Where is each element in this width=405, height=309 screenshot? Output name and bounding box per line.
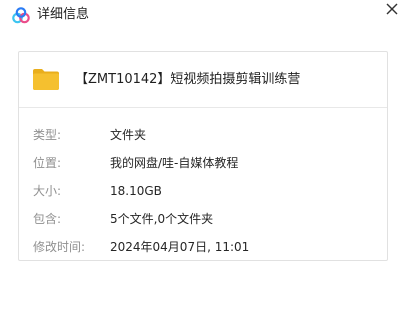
folder-icon [32, 67, 60, 91]
file-details-dialog: 详细信息 【ZMT10142】短视频拍摄剪辑训练营 类型: 文件夹 位置: 我的… [0, 0, 405, 309]
dialog-title: 详细信息 [37, 7, 90, 22]
detail-row-contains: 包含: 5个文件,0个文件夹 [19, 207, 387, 235]
detail-row-modified: 修改时间: 2024年04月07日, 11:01 [19, 235, 387, 263]
file-header: 【ZMT10142】短视频拍摄剪辑训练营 [19, 52, 387, 108]
detail-label: 包含: [33, 212, 62, 226]
detail-value: 文件夹 [110, 128, 147, 142]
close-button[interactable] [382, 0, 402, 20]
detail-row-size: 大小: 18.10GB [19, 179, 387, 207]
close-icon[interactable] [382, 0, 402, 20]
detail-row-type: 类型: 文件夹 [19, 123, 387, 151]
detail-label: 修改时间: [33, 240, 86, 254]
folder-name: 【ZMT10142】短视频拍摄剪辑训练营 [75, 72, 301, 87]
baidu-netdisk-cloud-icon [11, 6, 31, 26]
detail-label: 类型: [33, 128, 62, 142]
detail-value: 2024年04月07日, 11:01 [110, 240, 250, 254]
details-card: 【ZMT10142】短视频拍摄剪辑训练营 类型: 文件夹 位置: 我的网盘/哇-… [18, 51, 388, 261]
detail-value: 5个文件,0个文件夹 [110, 212, 214, 226]
detail-row-location: 位置: 我的网盘/哇-自媒体教程 [19, 151, 387, 179]
detail-label: 大小: [33, 184, 62, 198]
title-bar: 详细信息 [0, 0, 405, 32]
detail-value: 我的网盘/哇-自媒体教程 [110, 156, 239, 170]
detail-label: 位置: [33, 156, 62, 170]
detail-value: 18.10GB [110, 184, 162, 198]
details-list: 类型: 文件夹 位置: 我的网盘/哇-自媒体教程 大小: 18.10GB 包含:… [19, 123, 387, 263]
